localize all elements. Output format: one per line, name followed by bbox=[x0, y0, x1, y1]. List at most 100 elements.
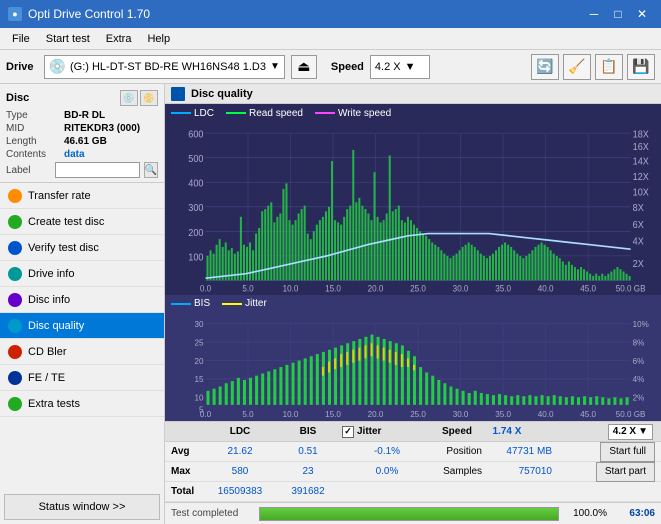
extra-tests-icon bbox=[8, 397, 22, 411]
disc-type-row: Type BD-R DL bbox=[6, 110, 158, 121]
close-button[interactable]: ✕ bbox=[631, 4, 653, 24]
svg-text:4X: 4X bbox=[633, 236, 645, 248]
nav-verify-test-disc[interactable]: Verify test disc bbox=[0, 235, 164, 261]
svg-text:20: 20 bbox=[194, 355, 203, 365]
nav-fe-te[interactable]: FE / TE bbox=[0, 365, 164, 391]
menu-extra[interactable]: Extra bbox=[98, 31, 140, 47]
ldc-legend-label: LDC bbox=[194, 108, 214, 119]
jitter-legend-label: Jitter bbox=[245, 298, 267, 309]
menu-help[interactable]: Help bbox=[139, 31, 178, 47]
nav-transfer-rate-label: Transfer rate bbox=[28, 190, 91, 202]
nav-disc-quality[interactable]: Disc quality bbox=[0, 313, 164, 339]
svg-text:14X: 14X bbox=[633, 156, 650, 168]
speed-select-arrow: ▼ bbox=[638, 426, 648, 437]
avg-jitter: -0.1% bbox=[342, 446, 432, 457]
avg-bis: 0.51 bbox=[274, 446, 342, 457]
disc-contents-val: data bbox=[64, 149, 85, 160]
svg-text:25.0: 25.0 bbox=[410, 283, 426, 293]
drive-selector[interactable]: 💿 (G:) HL-DT-ST BD-RE WH16NS48 1.D3 ▼ bbox=[44, 55, 285, 79]
avg-row: Avg 21.62 0.51 -0.1% Position 47731 MB S… bbox=[165, 442, 661, 462]
position-val: 47731 MB bbox=[482, 446, 552, 457]
drive-dropdown-arrow: ▼ bbox=[270, 61, 280, 72]
chart-header-icon bbox=[171, 87, 185, 101]
svg-text:8%: 8% bbox=[633, 337, 645, 347]
jitter-checkbox[interactable]: ✓ bbox=[342, 426, 354, 438]
svg-text:40.0: 40.0 bbox=[538, 283, 554, 293]
disc-icon-1[interactable]: 💿 bbox=[120, 90, 138, 106]
svg-text:2%: 2% bbox=[633, 392, 645, 402]
nav-disc-info[interactable]: Disc info bbox=[0, 287, 164, 313]
save-button[interactable]: 💾 bbox=[627, 54, 655, 80]
svg-text:0.0: 0.0 bbox=[200, 408, 212, 418]
svg-text:25: 25 bbox=[194, 337, 203, 347]
eject-button[interactable]: ⏏ bbox=[291, 55, 317, 79]
erase-button[interactable]: 🧹 bbox=[563, 54, 591, 80]
nav-drive-info[interactable]: Drive info bbox=[0, 261, 164, 287]
svg-text:10.0: 10.0 bbox=[283, 283, 299, 293]
svg-text:600: 600 bbox=[188, 129, 203, 141]
status-window-button[interactable]: Status window >> bbox=[4, 494, 160, 520]
disc-info-header: Disc 💿 📀 bbox=[6, 90, 158, 106]
titlebar-left: ● Opti Drive Control 1.70 bbox=[8, 7, 150, 21]
disc-label-btn[interactable]: 🔍 bbox=[144, 162, 158, 178]
samples-val: 757010 bbox=[482, 466, 552, 477]
svg-text:200: 200 bbox=[188, 227, 203, 239]
svg-text:10X: 10X bbox=[633, 187, 650, 199]
disc-length-key: Length bbox=[6, 136, 64, 147]
speed-val: 1.74 X bbox=[482, 426, 532, 437]
disc-mid-val: RITEKDR3 (000) bbox=[64, 123, 140, 134]
copy-button[interactable]: 📋 bbox=[595, 54, 623, 80]
drive-info-icon bbox=[8, 267, 22, 281]
max-jitter: 0.0% bbox=[342, 466, 432, 477]
app-icon: ● bbox=[8, 7, 22, 21]
app-title: Opti Drive Control 1.70 bbox=[28, 7, 150, 21]
write-legend-label: Write speed bbox=[338, 108, 391, 119]
main-layout: Disc 💿 📀 Type BD-R DL MID RITEKDR3 (000)… bbox=[0, 84, 661, 524]
nav-cd-bler[interactable]: CD Bler bbox=[0, 339, 164, 365]
disc-quality-icon bbox=[8, 319, 22, 333]
svg-text:18X: 18X bbox=[633, 129, 650, 141]
total-label: Total bbox=[171, 486, 206, 497]
toolbar: Drive 💿 (G:) HL-DT-ST BD-RE WH16NS48 1.D… bbox=[0, 50, 661, 84]
chart-title: Disc quality bbox=[191, 88, 253, 100]
start-part-button[interactable]: Start part bbox=[596, 462, 655, 482]
progress-value: 63:06 bbox=[615, 508, 655, 519]
svg-text:6X: 6X bbox=[633, 220, 645, 232]
minimize-button[interactable]: ─ bbox=[583, 4, 605, 24]
total-row: Total 16509383 391682 bbox=[165, 482, 661, 502]
speed-arrow: ▼ bbox=[405, 61, 416, 73]
speed-label: Speed bbox=[432, 426, 482, 437]
nav-extra-tests[interactable]: Extra tests bbox=[0, 391, 164, 417]
refresh-button[interactable]: 🔄 bbox=[531, 54, 559, 80]
svg-text:12X: 12X bbox=[633, 172, 650, 184]
svg-text:30: 30 bbox=[194, 319, 203, 329]
total-bis: 391682 bbox=[274, 486, 342, 497]
max-ldc: 580 bbox=[206, 466, 274, 477]
disc-icon-2[interactable]: 📀 bbox=[140, 90, 158, 106]
disc-icons: 💿 📀 bbox=[120, 90, 158, 106]
nav-drive-info-label: Drive info bbox=[28, 268, 74, 280]
svg-text:20.0: 20.0 bbox=[368, 408, 384, 418]
legend-bis: BIS bbox=[171, 298, 210, 309]
speed-selector[interactable]: 4.2 X ▼ bbox=[370, 55, 430, 79]
svg-text:15: 15 bbox=[194, 374, 203, 384]
disc-label-input[interactable] bbox=[55, 162, 140, 178]
bottom-stats: LDC BIS ✓ Jitter Speed 1.74 X 4.2 X ▼ bbox=[165, 421, 661, 524]
ldc-legend-color bbox=[171, 112, 191, 114]
menu-start-test[interactable]: Start test bbox=[38, 31, 98, 47]
svg-text:20.0: 20.0 bbox=[368, 283, 384, 293]
svg-text:100: 100 bbox=[188, 252, 203, 264]
start-full-button[interactable]: Start full bbox=[600, 442, 655, 462]
progress-status: Test completed bbox=[171, 508, 251, 519]
bis-legend-label: BIS bbox=[194, 298, 210, 309]
disc-info-area: Disc 💿 📀 Type BD-R DL MID RITEKDR3 (000)… bbox=[0, 84, 164, 183]
maximize-button[interactable]: □ bbox=[607, 4, 629, 24]
speed-select-box[interactable]: 4.2 X ▼ bbox=[608, 424, 653, 440]
svg-text:25.0: 25.0 bbox=[410, 408, 426, 418]
svg-text:4%: 4% bbox=[633, 374, 645, 384]
bis-legend-color bbox=[171, 303, 191, 305]
nav-create-test-disc[interactable]: Create test disc bbox=[0, 209, 164, 235]
svg-text:35.0: 35.0 bbox=[495, 283, 511, 293]
menu-file[interactable]: File bbox=[4, 31, 38, 47]
nav-transfer-rate[interactable]: Transfer rate bbox=[0, 183, 164, 209]
